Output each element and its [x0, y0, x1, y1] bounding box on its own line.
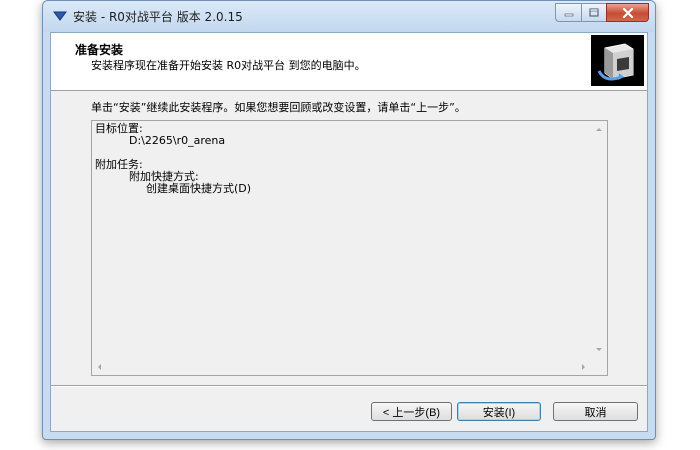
- maximize-icon: [589, 8, 599, 17]
- close-icon: [622, 7, 633, 18]
- installer-window: 安装 - R0对战平台 版本 2.0.15 准备安装 安装程序现在准备开始安装 …: [42, 0, 656, 440]
- horizontal-scrollbar[interactable]: [92, 359, 591, 375]
- app-icon: [53, 11, 67, 21]
- scroll-up-icon[interactable]: [596, 128, 602, 131]
- footer-divider: [51, 385, 647, 387]
- maximize-button[interactable]: [581, 3, 606, 22]
- minimize-button[interactable]: [555, 3, 581, 22]
- scroll-right-icon[interactable]: [582, 364, 585, 370]
- instruction-text: 单击“安装”继续此安装程序。如果您想要回顾或改变设置，请单击“上一步”。: [91, 101, 466, 114]
- settings-summary-memo[interactable]: 目标位置: D:\2265\r0_arena 附加任务: 附加快捷方式: 创建桌…: [91, 120, 608, 376]
- minimize-icon: [564, 13, 573, 16]
- title-bar[interactable]: 安装 - R0对战平台 版本 2.0.15: [43, 1, 655, 32]
- memo-content: 目标位置: D:\2265\r0_arena 附加任务: 附加快捷方式: 创建桌…: [95, 123, 251, 195]
- back-button[interactable]: < 上一步(B): [371, 402, 452, 421]
- wizard-body: 准备安装 安装程序现在准备开始安装 R0对战平台 到您的电脑中。 单击“安装”继…: [50, 32, 648, 432]
- tasks-item: 创建桌面快捷方式(D): [146, 182, 252, 195]
- installer-logo-icon: [591, 35, 644, 86]
- dest-path: D:\2265\r0_arena: [129, 134, 226, 147]
- cancel-button[interactable]: 取消: [553, 402, 638, 421]
- page-subtitle: 安装程序现在准备开始安装 R0对战平台 到您的电脑中。: [91, 59, 366, 72]
- scroll-left-icon[interactable]: [98, 364, 101, 370]
- close-button[interactable]: [606, 3, 649, 22]
- page-title: 准备安装: [75, 43, 124, 57]
- install-button[interactable]: 安装(I): [457, 402, 541, 421]
- scroll-down-icon[interactable]: [596, 348, 602, 351]
- wizard-header: 准备安装 安装程序现在准备开始安装 R0对战平台 到您的电脑中。: [51, 33, 647, 91]
- caption-buttons: [555, 3, 649, 22]
- window-title: 安装 - R0对战平台 版本 2.0.15: [73, 10, 243, 24]
- scroll-corner: [591, 359, 607, 375]
- vertical-scrollbar[interactable]: [591, 121, 607, 359]
